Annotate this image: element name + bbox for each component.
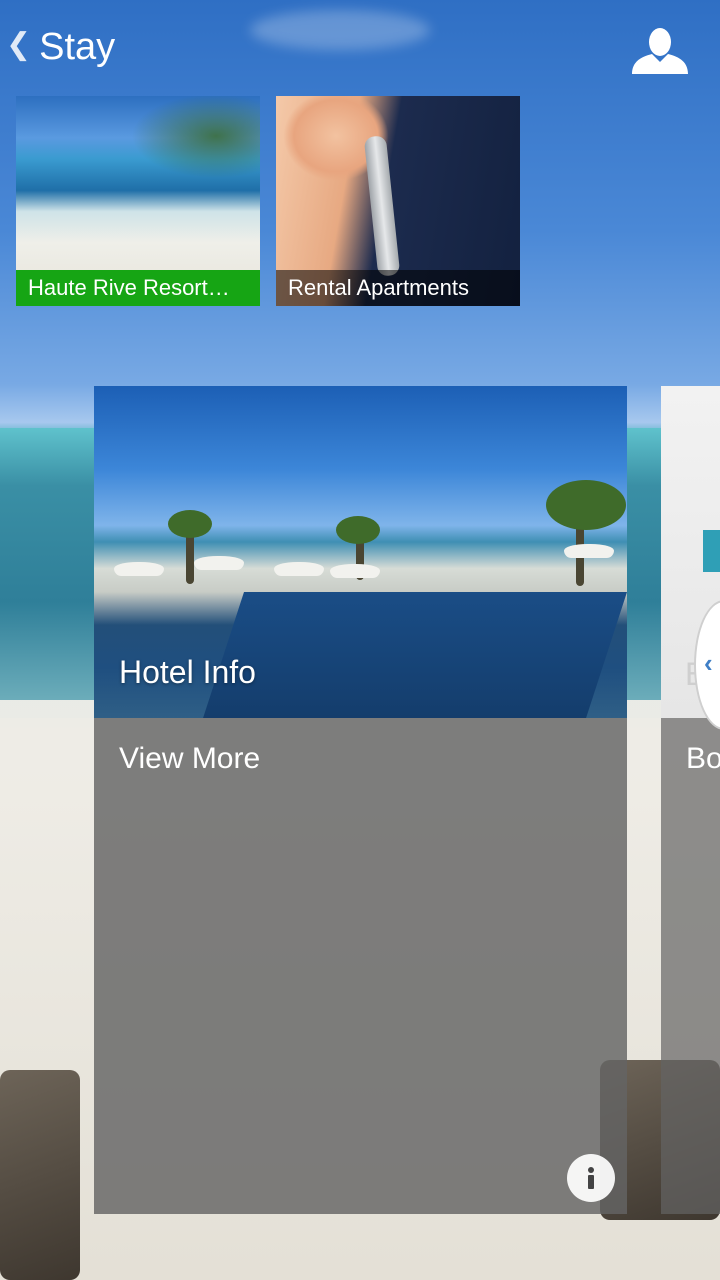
info-icon — [588, 1167, 594, 1189]
pool-shape — [203, 592, 627, 718]
next-card[interactable]: B Bo — [661, 386, 720, 1214]
hotel-pool-image: Hotel Info — [94, 386, 627, 718]
profile-button[interactable] — [630, 24, 690, 76]
card-body: View More — [94, 718, 627, 1214]
umbrella — [564, 544, 614, 558]
card-title: Hotel Info — [119, 654, 256, 690]
chevron-left-icon: ❮ — [6, 28, 32, 61]
chevron-left-icon[interactable]: ‹ — [704, 648, 713, 679]
palm-tree — [336, 516, 380, 544]
palm-tree — [546, 480, 626, 530]
page-title: Stay — [39, 25, 116, 68]
tile-label: Haute Rive Resort… — [16, 270, 260, 306]
umbrella — [274, 562, 324, 576]
user-silhouette-icon — [632, 28, 688, 74]
background-rock — [0, 1070, 80, 1280]
info-button[interactable] — [567, 1154, 615, 1202]
view-more-link[interactable]: View More — [119, 742, 260, 776]
next-card-body: Bo — [661, 718, 720, 1214]
umbrella — [114, 562, 164, 576]
tile-rental-apartments[interactable]: Rental Apartments — [276, 96, 520, 306]
hotel-info-card[interactable]: Hotel Info View More — [94, 386, 627, 1214]
umbrella — [194, 556, 244, 570]
tile-haute-rive-resort[interactable]: Haute Rive Resort… — [16, 96, 260, 306]
palm-tree — [168, 510, 212, 538]
back-button[interactable]: ❮ Stay — [6, 22, 115, 72]
tile-label: Rental Apartments — [276, 270, 520, 306]
next-card-accent — [703, 530, 720, 572]
top-bar: ❮ Stay — [0, 0, 720, 92]
umbrella — [330, 564, 380, 578]
next-card-link[interactable]: Bo — [686, 742, 720, 776]
